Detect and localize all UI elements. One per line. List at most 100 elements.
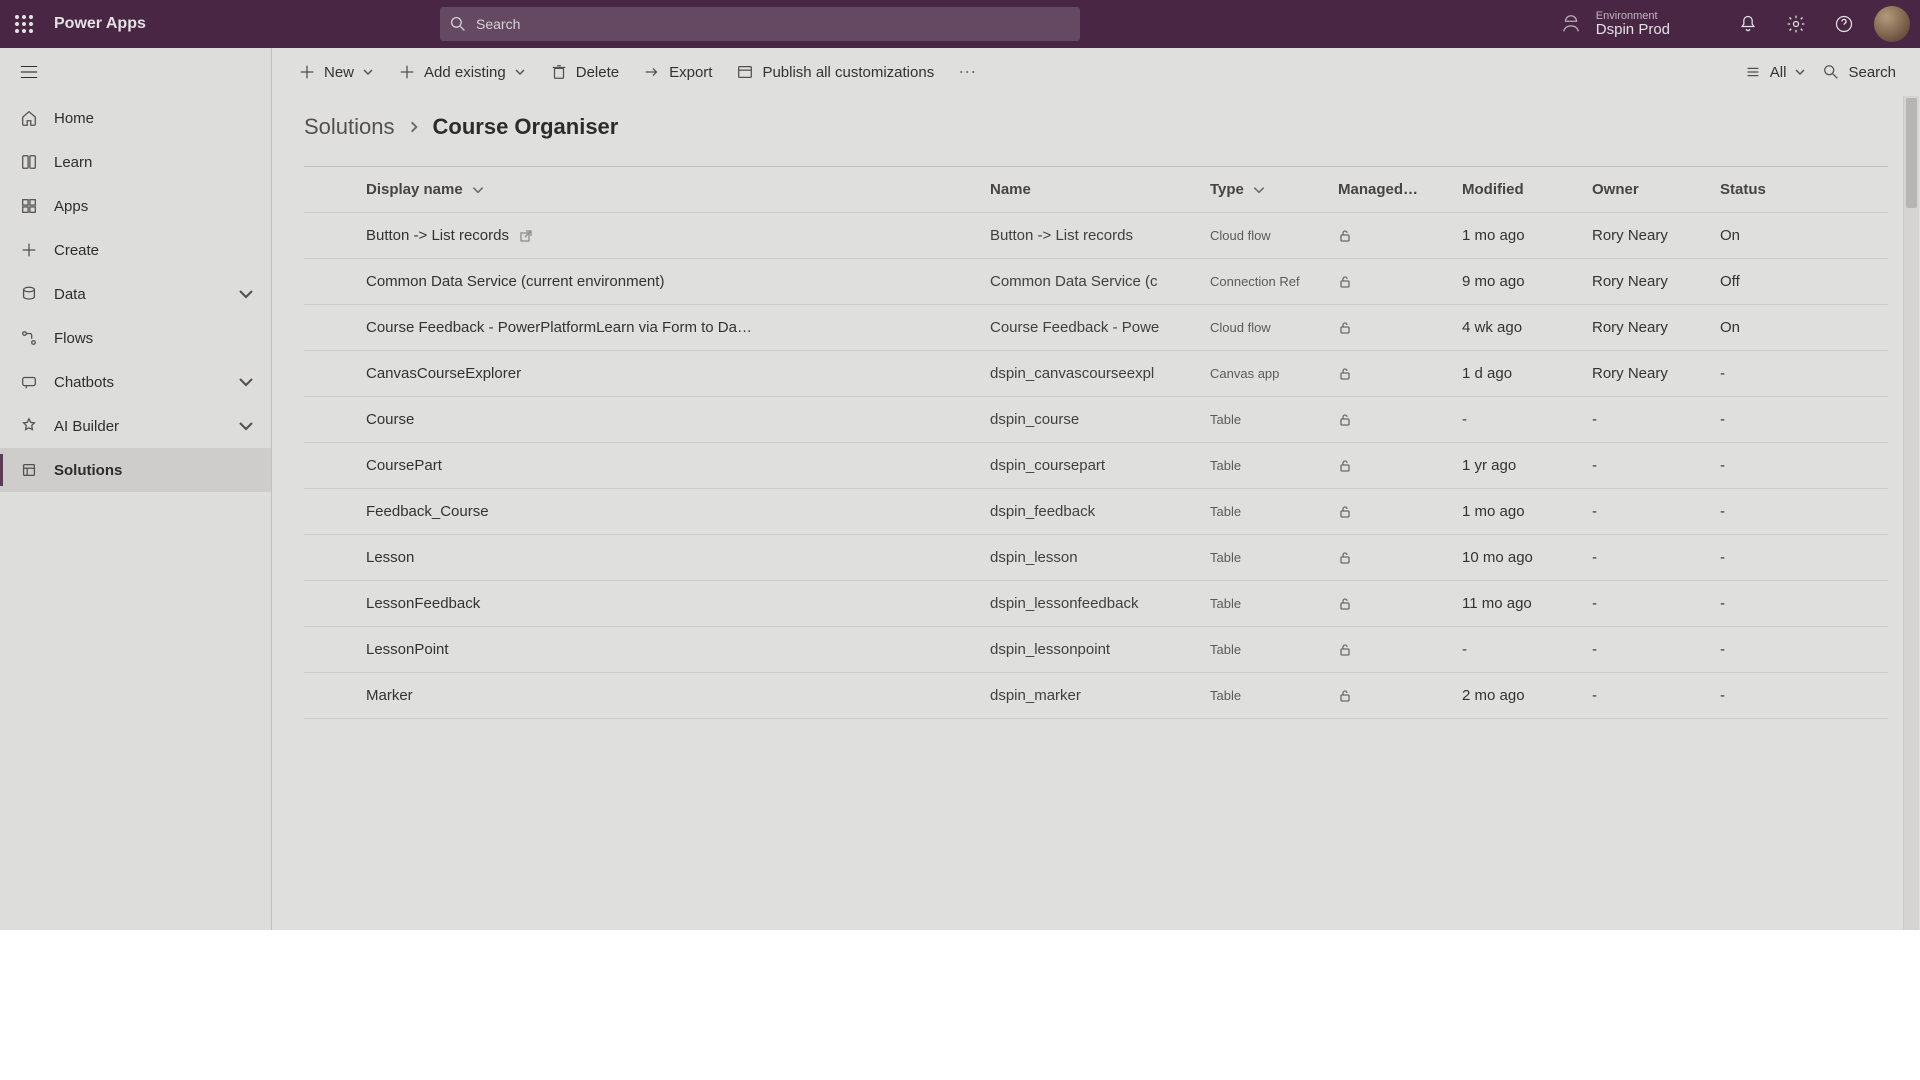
nav-item-aibuilder[interactable]: AI Builder bbox=[0, 404, 271, 448]
table-row[interactable]: Lesson⋯dspin_lessonTable10 mo ago-- bbox=[304, 535, 1888, 581]
cell-type: Cloud flow bbox=[1198, 320, 1326, 335]
table-row[interactable]: CanvasCourseExplorer⋯dspin_canvascoursee… bbox=[304, 351, 1888, 397]
breadcrumb-sep bbox=[407, 120, 421, 134]
learn-icon bbox=[20, 153, 38, 171]
publish-button[interactable]: Publish all customizations bbox=[726, 55, 944, 89]
table-row[interactable]: Feedback_Course⋯dspin_feedbackTable1 mo … bbox=[304, 489, 1888, 535]
cell-modified: 1 mo ago bbox=[1450, 503, 1580, 520]
nav-item-label: AI Builder bbox=[54, 418, 119, 435]
cell-managed bbox=[1326, 551, 1450, 565]
nav-item-flows[interactable]: Flows bbox=[0, 316, 271, 360]
cell-display-name[interactable]: Button -> List records bbox=[354, 227, 944, 244]
cell-managed bbox=[1326, 459, 1450, 473]
col-modified[interactable]: Modified bbox=[1450, 181, 1580, 198]
table-row[interactable]: Marker⋯dspin_markerTable2 mo ago-- bbox=[304, 673, 1888, 719]
nav-item-label: Create bbox=[54, 242, 99, 259]
cell-display-name[interactable]: CoursePart bbox=[354, 457, 944, 474]
nav-item-chatbots[interactable]: Chatbots bbox=[0, 360, 271, 404]
cell-name: dspin_course bbox=[978, 411, 1198, 428]
help-button[interactable] bbox=[1820, 0, 1868, 48]
cell-modified: 2 mo ago bbox=[1450, 687, 1580, 704]
cell-display-name[interactable]: Course bbox=[354, 411, 944, 428]
col-name[interactable]: Name bbox=[978, 181, 1198, 198]
grid-search-label: Search bbox=[1848, 64, 1896, 81]
delete-button[interactable]: Delete bbox=[540, 55, 629, 89]
hamburger-icon bbox=[20, 65, 38, 79]
cell-display-name[interactable]: LessonFeedback bbox=[354, 595, 944, 612]
col-managed[interactable]: Managed… bbox=[1326, 181, 1450, 198]
chevron-down-icon bbox=[362, 66, 374, 78]
nav-item-solutions[interactable]: Solutions bbox=[0, 448, 271, 492]
chevron-down-icon bbox=[1794, 66, 1806, 78]
cell-display-name[interactable]: Marker bbox=[354, 687, 944, 704]
global-search-input[interactable] bbox=[474, 15, 1070, 33]
nav-item-apps[interactable]: Apps bbox=[0, 184, 271, 228]
cell-display-name[interactable]: Feedback_Course bbox=[354, 503, 944, 520]
export-button[interactable]: Export bbox=[633, 55, 722, 89]
cell-owner: - bbox=[1580, 549, 1708, 566]
cell-display-name[interactable]: Common Data Service (current environment… bbox=[354, 273, 944, 290]
cell-name: dspin_canvascourseexpl bbox=[978, 365, 1198, 382]
notifications-button[interactable] bbox=[1724, 0, 1772, 48]
nav-collapse-button[interactable] bbox=[0, 48, 271, 96]
cell-type: Table bbox=[1198, 412, 1326, 427]
view-filter-label: All bbox=[1770, 64, 1787, 81]
unlock-icon bbox=[1338, 275, 1352, 289]
cell-owner: - bbox=[1580, 503, 1708, 520]
nav-item-data[interactable]: Data bbox=[0, 272, 271, 316]
table-row[interactable]: Course⋯dspin_courseTable--- bbox=[304, 397, 1888, 443]
suite-bar: Power Apps Environment Dspin Prod bbox=[0, 0, 1920, 48]
cell-modified: 1 mo ago bbox=[1450, 227, 1580, 244]
table-row[interactable]: LessonPoint⋯dspin_lessonpointTable--- bbox=[304, 627, 1888, 673]
add-existing-button[interactable]: Add existing bbox=[388, 55, 536, 89]
cell-status: - bbox=[1708, 595, 1808, 612]
cell-display-name[interactable]: CanvasCourseExplorer bbox=[354, 365, 944, 382]
nav-item-label: Solutions bbox=[54, 462, 122, 479]
table-row[interactable]: Common Data Service (current environment… bbox=[304, 259, 1888, 305]
scrollbar-thumb[interactable] bbox=[1906, 98, 1917, 208]
chevron-down-icon bbox=[514, 66, 526, 78]
cell-owner: - bbox=[1580, 457, 1708, 474]
col-owner[interactable]: Owner bbox=[1580, 181, 1708, 198]
cell-name: dspin_coursepart bbox=[978, 457, 1198, 474]
environment-picker[interactable]: Environment Dspin Prod bbox=[1560, 10, 1670, 39]
more-commands-button[interactable]: ⋯ bbox=[948, 55, 987, 89]
help-icon bbox=[1834, 14, 1854, 34]
col-type[interactable]: Type bbox=[1198, 181, 1326, 198]
cell-display-name[interactable]: Lesson bbox=[354, 549, 944, 566]
new-button[interactable]: New bbox=[288, 55, 384, 89]
settings-button[interactable] bbox=[1772, 0, 1820, 48]
solution-components-grid: Display name Name Type Managed… Modified… bbox=[304, 166, 1888, 719]
col-display-name[interactable]: Display name bbox=[354, 181, 944, 198]
waffle-icon bbox=[14, 14, 34, 34]
crop-whitespace bbox=[0, 930, 1920, 1080]
table-row[interactable]: Course Feedback - PowerPlatformLearn via… bbox=[304, 305, 1888, 351]
col-status[interactable]: Status bbox=[1708, 181, 1808, 198]
grid-search-button[interactable]: Search bbox=[1814, 55, 1904, 89]
app-launcher-button[interactable] bbox=[0, 0, 48, 48]
cell-managed bbox=[1326, 229, 1450, 243]
cell-type: Table bbox=[1198, 596, 1326, 611]
search-icon bbox=[450, 16, 466, 32]
gear-icon bbox=[1786, 14, 1806, 34]
breadcrumb-root[interactable]: Solutions bbox=[304, 114, 395, 140]
cell-display-name[interactable]: Course Feedback - PowerPlatformLearn via… bbox=[354, 319, 944, 336]
cell-owner: - bbox=[1580, 641, 1708, 658]
nav-item-create[interactable]: Create bbox=[0, 228, 271, 272]
chatbots-icon bbox=[20, 373, 38, 391]
table-row[interactable]: LessonFeedback⋯dspin_lessonfeedbackTable… bbox=[304, 581, 1888, 627]
chevron-down-icon bbox=[471, 183, 485, 197]
cell-display-name[interactable]: LessonPoint bbox=[354, 641, 944, 658]
table-row[interactable]: CoursePart⋯dspin_coursepartTable1 yr ago… bbox=[304, 443, 1888, 489]
chevron-down-icon bbox=[1252, 183, 1266, 197]
table-row[interactable]: Button -> List records⋯Button -> List re… bbox=[304, 213, 1888, 259]
user-avatar[interactable] bbox=[1874, 6, 1910, 42]
cell-name: dspin_feedback bbox=[978, 503, 1198, 520]
cell-modified: 11 mo ago bbox=[1450, 595, 1580, 612]
nav-item-home[interactable]: Home bbox=[0, 96, 271, 140]
work-area: New Add existing Delete Export Publish a… bbox=[272, 48, 1920, 1080]
view-filter-button[interactable]: All bbox=[1736, 55, 1815, 89]
global-search[interactable] bbox=[440, 7, 1080, 41]
nav-item-learn[interactable]: Learn bbox=[0, 140, 271, 184]
cell-type: Cloud flow bbox=[1198, 228, 1326, 243]
